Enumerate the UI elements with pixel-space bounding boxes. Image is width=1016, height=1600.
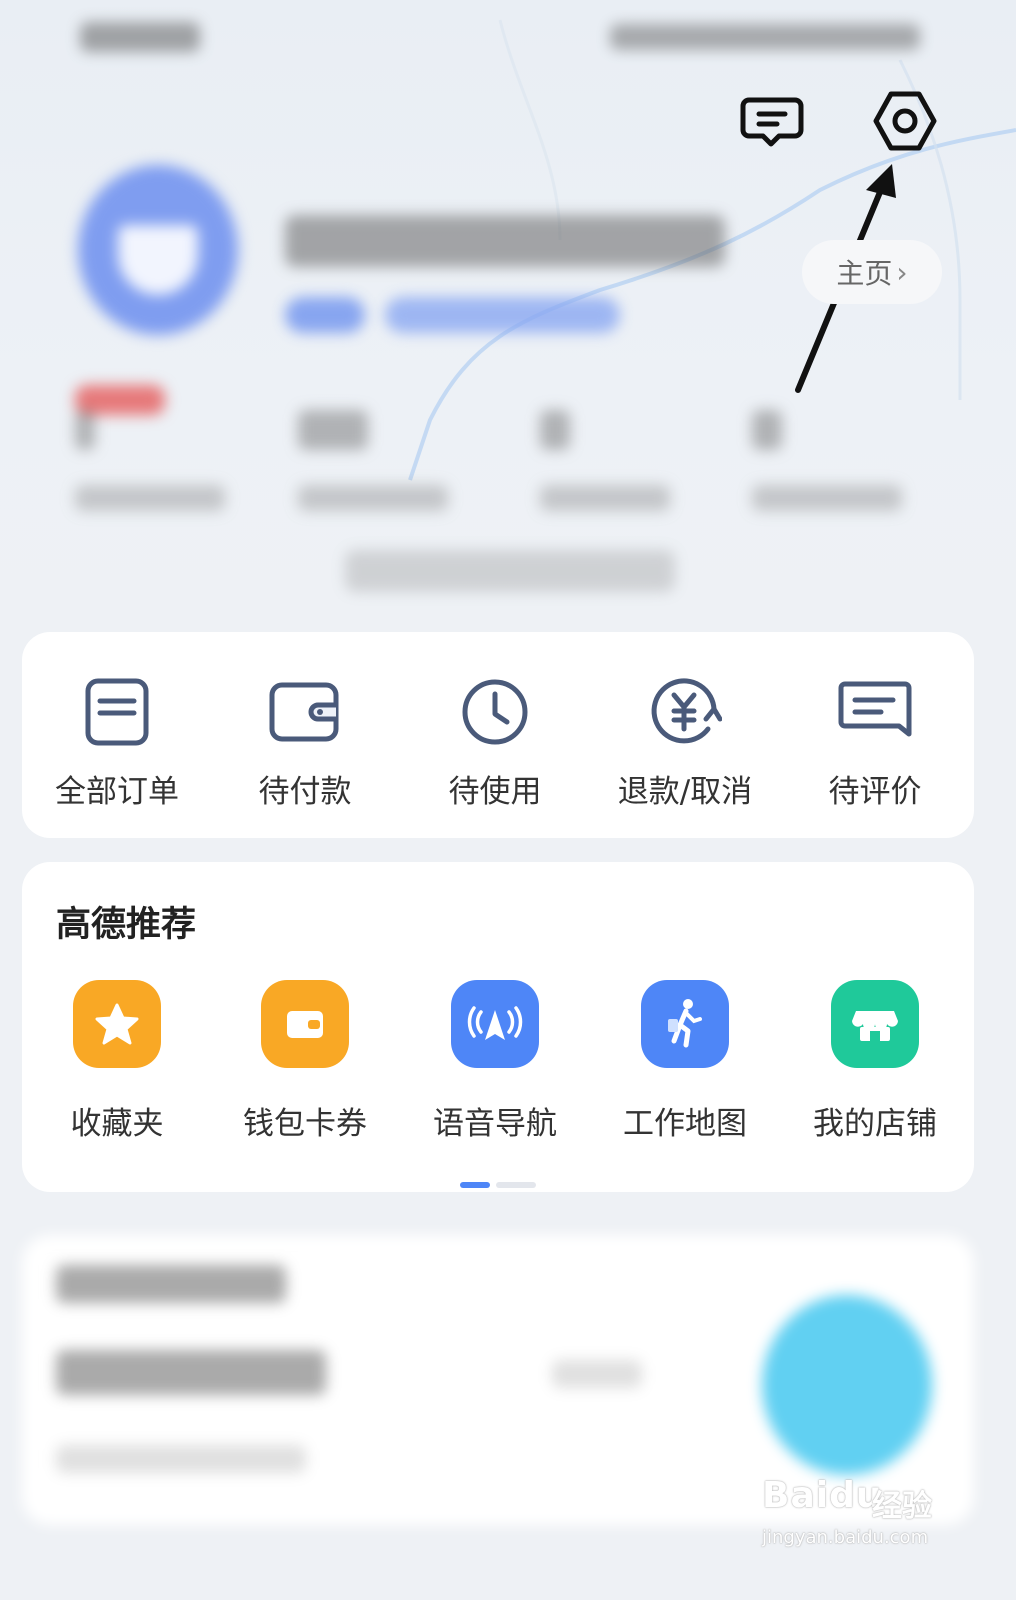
message-icon[interactable] bbox=[737, 86, 807, 156]
order-label: 待评价 bbox=[828, 774, 922, 810]
avatar[interactable] bbox=[78, 165, 238, 335]
stat-value bbox=[540, 410, 570, 450]
watermark-url: jingyan.baidu.com bbox=[762, 1527, 929, 1548]
homepage-button[interactable]: 主页 › bbox=[802, 240, 942, 304]
order-list-icon bbox=[77, 672, 157, 752]
stat-value bbox=[75, 410, 95, 450]
stat-2[interactable] bbox=[298, 380, 478, 520]
chevron-right-icon: › bbox=[896, 255, 908, 289]
recommend-title: 高德推荐 bbox=[56, 905, 197, 945]
settings-hexagon-icon[interactable] bbox=[870, 86, 940, 156]
rec-label: 工作地图 bbox=[623, 1106, 747, 1142]
watermark-cn: 经验 bbox=[872, 1489, 932, 1524]
stat-label bbox=[75, 485, 225, 511]
rec-label: 收藏夹 bbox=[70, 1106, 164, 1142]
stat-value bbox=[298, 410, 368, 450]
clock-icon bbox=[455, 672, 535, 752]
stat-value bbox=[752, 410, 782, 450]
orders-card: 全部订单 待付款 待使用 退款/取消 待评价 bbox=[22, 632, 974, 838]
wallet-icon bbox=[265, 672, 345, 752]
order-refund[interactable]: 退款/取消 bbox=[590, 672, 780, 812]
order-label: 待付款 bbox=[258, 774, 352, 810]
recommend-card: 高德推荐 收藏夹 钱包卡券 语音导航 工作地图 我的店铺 bbox=[22, 862, 974, 1192]
watermark: Baidu 经验 jingyan.baidu.com bbox=[762, 1465, 962, 1585]
rec-label: 语音导航 bbox=[433, 1106, 557, 1142]
rec-favorites[interactable]: 收藏夹 bbox=[22, 980, 212, 1150]
stat-4[interactable] bbox=[752, 380, 932, 520]
star-icon bbox=[73, 980, 161, 1068]
stat-1[interactable] bbox=[75, 380, 255, 520]
order-pending-payment[interactable]: 待付款 bbox=[210, 672, 400, 812]
stat-label bbox=[298, 485, 448, 511]
order-to-use[interactable]: 待使用 bbox=[400, 672, 590, 812]
wallet-card-icon bbox=[261, 980, 349, 1068]
status-icons bbox=[610, 24, 920, 50]
pager-dot-active bbox=[460, 1182, 490, 1188]
shop-icon bbox=[831, 980, 919, 1068]
comment-icon bbox=[835, 672, 915, 752]
pager-dot bbox=[496, 1182, 536, 1188]
rec-voice-navigation[interactable]: 语音导航 bbox=[400, 980, 590, 1150]
member-badge bbox=[385, 297, 620, 333]
voice-navigation-icon bbox=[451, 980, 539, 1068]
bottom-card-illustration bbox=[762, 1295, 932, 1475]
username bbox=[285, 215, 725, 267]
promo-banner[interactable] bbox=[345, 550, 675, 592]
rec-my-shop[interactable]: 我的店铺 bbox=[780, 980, 970, 1150]
rec-label: 钱包卡券 bbox=[243, 1106, 367, 1142]
walking-person-icon bbox=[641, 980, 729, 1068]
rec-work-map[interactable]: 工作地图 bbox=[590, 980, 780, 1150]
watermark-logo: Baidu bbox=[762, 1475, 883, 1516]
stat-label bbox=[752, 485, 902, 511]
status-bar bbox=[0, 0, 1016, 80]
order-label: 退款/取消 bbox=[617, 774, 753, 810]
order-label: 全部订单 bbox=[55, 774, 179, 810]
homepage-label: 主页 bbox=[836, 257, 893, 290]
status-time bbox=[80, 22, 200, 52]
bottom-card-meta bbox=[552, 1360, 642, 1388]
stat-3[interactable] bbox=[540, 380, 720, 520]
level-badge bbox=[285, 297, 365, 333]
rec-wallet[interactable]: 钱包卡券 bbox=[210, 980, 400, 1150]
order-label: 待使用 bbox=[448, 774, 542, 810]
rec-label: 我的店铺 bbox=[813, 1106, 937, 1142]
bottom-card-value bbox=[56, 1350, 326, 1395]
bottom-card-subtitle bbox=[56, 1445, 306, 1473]
order-to-review[interactable]: 待评价 bbox=[780, 672, 970, 812]
order-all[interactable]: 全部订单 bbox=[22, 672, 212, 812]
yuan-refund-icon bbox=[645, 672, 725, 752]
bottom-card-title bbox=[56, 1265, 286, 1303]
stat-label bbox=[540, 485, 670, 511]
